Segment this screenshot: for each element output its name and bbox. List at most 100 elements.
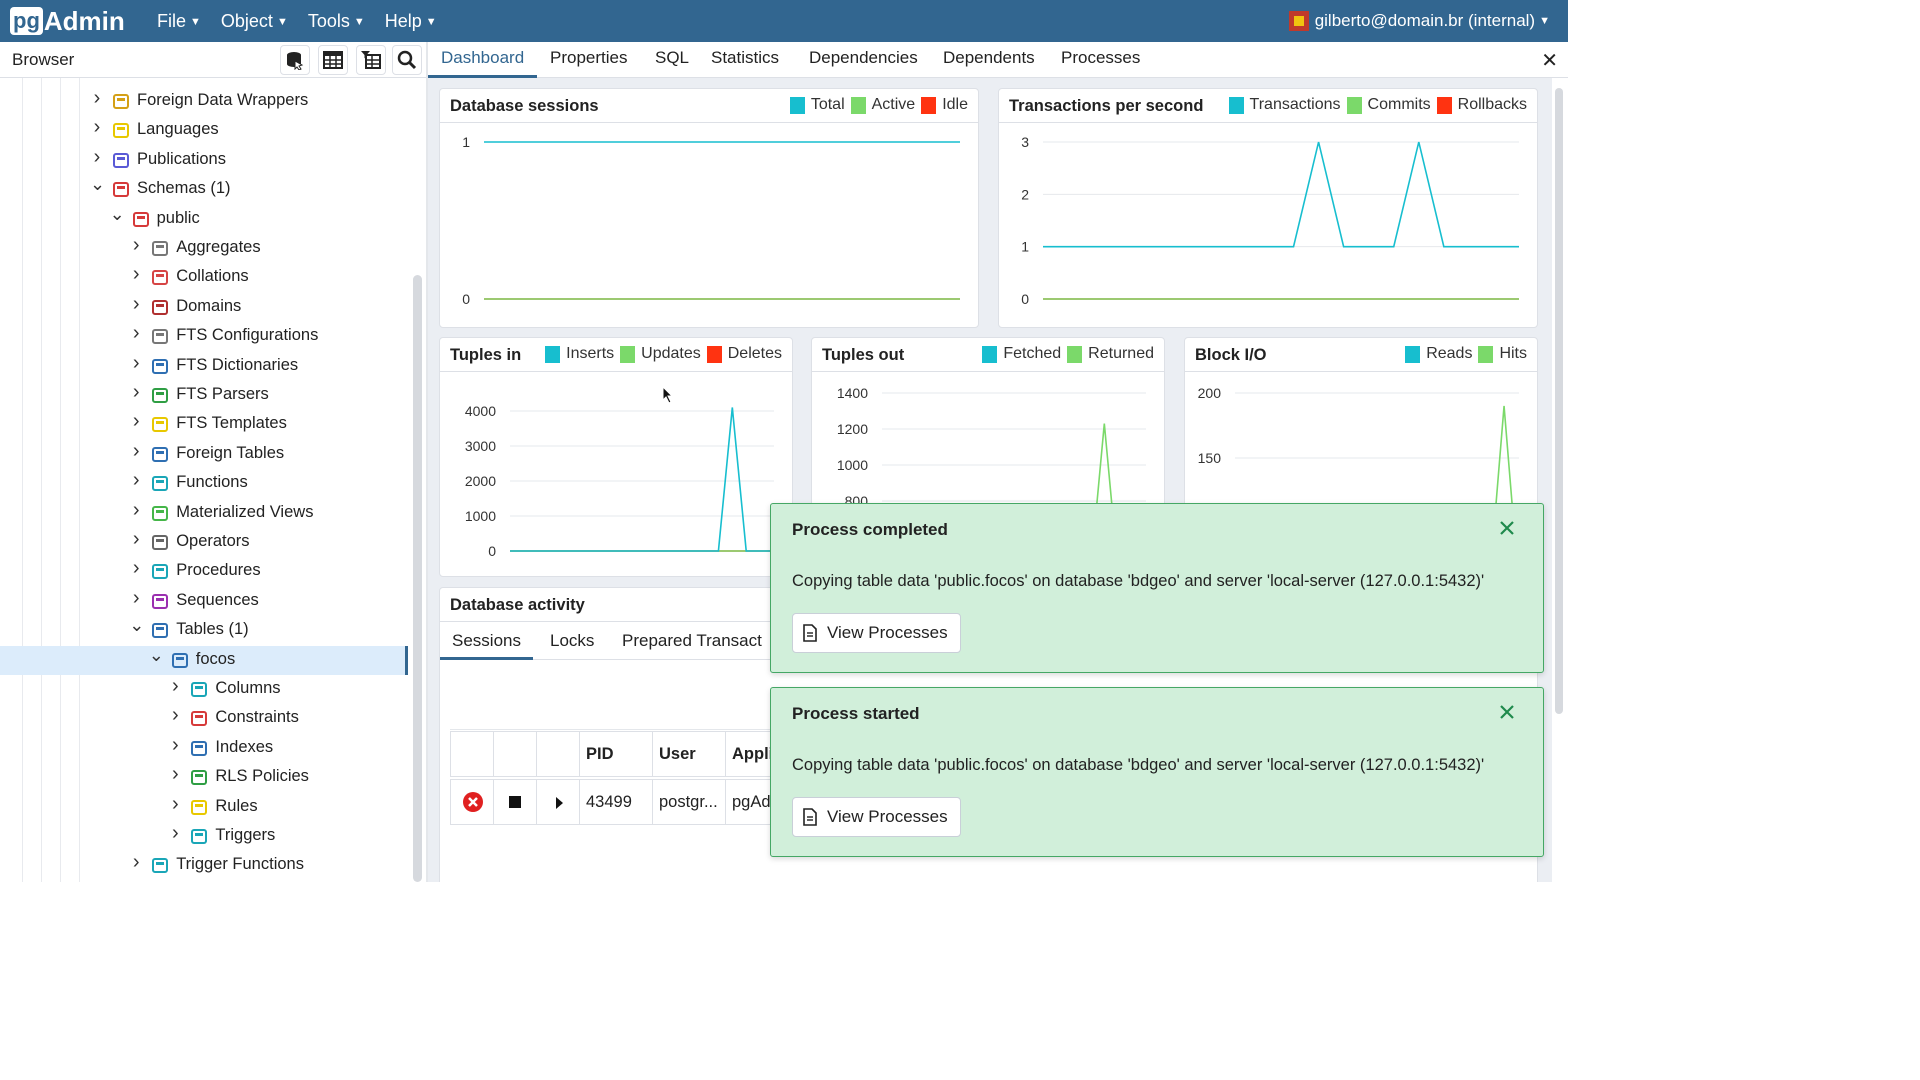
tree-item[interactable]: ⌄ Schemas (1): [0, 175, 408, 204]
tab-dashboard[interactable]: Dashboard: [428, 42, 538, 78]
tab-prepared-transactions[interactable]: Prepared Transact: [610, 622, 774, 660]
query-tool-button[interactable]: [280, 45, 310, 75]
chevron-right-icon[interactable]: ›: [129, 353, 143, 373]
tree-item[interactable]: › Sequences: [0, 587, 408, 616]
tree-item-label: public: [156, 208, 200, 227]
tree-item[interactable]: › RLS Policies: [0, 763, 408, 792]
chevron-right-icon[interactable]: ›: [168, 705, 182, 725]
menu-tools[interactable]: Tools ▼: [308, 0, 365, 42]
tree-item[interactable]: › Rules: [0, 793, 408, 822]
filtered-rows-button[interactable]: [356, 45, 386, 75]
tree-item[interactable]: › Foreign Data Wrappers: [0, 87, 408, 116]
tree-item[interactable]: › Functions: [0, 469, 408, 498]
tree-item[interactable]: ⌄ focos: [0, 645, 408, 675]
notification-title: Process completed: [792, 520, 948, 539]
tab-properties[interactable]: Properties: [537, 42, 640, 78]
chevron-right-icon[interactable]: ›: [129, 235, 143, 255]
tree-item-label: Schemas (1): [137, 179, 231, 198]
tree-item[interactable]: › Procedures: [0, 557, 408, 586]
tree-item[interactable]: › FTS Templates: [0, 410, 408, 439]
card-title: Database sessions: [450, 97, 599, 115]
close-icon[interactable]: [1497, 518, 1517, 538]
tree-item[interactable]: › Materialized Views: [0, 499, 408, 528]
tree-item[interactable]: › Indexes: [0, 734, 408, 763]
browser-scrollbar-thumb[interactable]: [413, 275, 422, 882]
view-processes-button[interactable]: View Processes: [792, 797, 961, 837]
tab-processes[interactable]: Processes: [1048, 42, 1153, 78]
grid-header-user[interactable]: User: [653, 732, 726, 776]
tree-item[interactable]: › Trigger Functions: [0, 851, 408, 880]
legend-swatch: [1228, 96, 1244, 114]
chevron-right-icon[interactable]: ›: [90, 88, 104, 108]
grid-header-pid[interactable]: PID: [580, 732, 653, 776]
chevron-right-icon[interactable]: ›: [129, 294, 143, 314]
chevron-right-icon[interactable]: ›: [129, 588, 143, 608]
card-title: Block I/O: [1195, 346, 1267, 364]
chevron-down-icon[interactable]: ⌄: [90, 175, 105, 193]
tab-statistics[interactable]: Statistics: [698, 42, 792, 78]
tree-item[interactable]: › Languages: [0, 116, 408, 145]
chevron-right-icon[interactable]: ›: [129, 558, 143, 578]
card-header: Tuples out Fetched Returned: [812, 338, 1164, 372]
dashboard-scrollbar-thumb[interactable]: [1555, 88, 1563, 714]
tab-dependents[interactable]: Dependents: [930, 42, 1048, 78]
chevron-right-icon[interactable]: ›: [129, 382, 143, 402]
terminate-session-button[interactable]: [451, 780, 494, 824]
fts-dictionary-icon: [152, 358, 169, 374]
tree-item[interactable]: › Constraints: [0, 704, 408, 733]
tree-item-label: Materialized Views: [176, 502, 314, 521]
pgadmin-logo[interactable]: pg Admin: [10, 6, 125, 36]
tree-item[interactable]: › Aggregates: [0, 234, 408, 263]
chevron-down-icon[interactable]: ⌄: [129, 616, 144, 634]
view-processes-button[interactable]: View Processes: [792, 613, 961, 653]
chevron-right-icon[interactable]: ›: [168, 735, 182, 755]
user-menu[interactable]: gilberto@domain.br (internal) ▼: [1288, 0, 1550, 42]
view-data-button[interactable]: [318, 45, 348, 75]
chevron-right-icon[interactable]: ›: [129, 470, 143, 490]
cancel-query-button[interactable]: [494, 780, 537, 824]
chevron-right-icon[interactable]: ›: [129, 323, 143, 343]
chevron-right-icon[interactable]: ›: [129, 264, 143, 284]
tree-item[interactable]: › Foreign Tables: [0, 440, 408, 469]
chevron-right-icon[interactable]: ›: [129, 441, 143, 461]
chevron-right-icon[interactable]: ›: [168, 823, 182, 843]
tree-item[interactable]: ⌄ public: [0, 205, 408, 234]
chevron-right-icon[interactable]: ›: [129, 529, 143, 549]
chevron-right-icon[interactable]: ›: [129, 500, 143, 520]
chevron-right-icon[interactable]: ›: [129, 411, 143, 431]
tree-item[interactable]: › Domains: [0, 293, 408, 322]
tab-dependencies[interactable]: Dependencies: [796, 42, 931, 78]
tree-item[interactable]: › Triggers: [0, 822, 408, 851]
expand-row-button[interactable]: [537, 780, 580, 824]
tab-locks[interactable]: Locks: [538, 622, 606, 660]
tree-item[interactable]: ⌄ Tables (1): [0, 616, 408, 645]
menu-object[interactable]: Object ▼: [221, 0, 288, 42]
chevron-down-icon[interactable]: ⌄: [110, 205, 125, 223]
tree-item[interactable]: › Publications: [0, 146, 408, 175]
tree-item-label: Aggregates: [176, 238, 261, 256]
search-objects-button[interactable]: [392, 45, 422, 75]
chevron-right-icon[interactable]: ›: [168, 764, 182, 784]
y-tick-label: 1000: [837, 457, 868, 473]
chevron-down-icon[interactable]: ⌄: [149, 646, 164, 664]
caret-right-icon: [556, 797, 563, 809]
chevron-right-icon[interactable]: ›: [129, 852, 143, 872]
menu-file[interactable]: File ▼: [157, 0, 201, 42]
tree-item[interactable]: › Collations: [0, 263, 408, 292]
filtered-rows-icon: [361, 51, 381, 69]
tree-item[interactable]: › FTS Configurations: [0, 322, 408, 351]
tab-sessions[interactable]: Sessions: [440, 622, 533, 660]
tab-sql[interactable]: SQL: [642, 42, 702, 78]
chevron-right-icon[interactable]: ›: [90, 117, 104, 137]
close-tab-icon[interactable]: ✕: [1541, 48, 1558, 73]
close-icon[interactable]: [1497, 702, 1517, 722]
menu-help[interactable]: Help ▼: [385, 0, 437, 42]
chevron-right-icon[interactable]: ›: [168, 794, 182, 814]
chevron-right-icon[interactable]: ›: [90, 147, 104, 167]
tree-item[interactable]: › Columns: [0, 675, 408, 704]
legend-swatch: [620, 345, 636, 363]
tree-item[interactable]: › Operators: [0, 528, 408, 557]
tree-item[interactable]: › FTS Dictionaries: [0, 352, 408, 381]
chevron-right-icon[interactable]: ›: [168, 676, 182, 696]
tree-item[interactable]: › FTS Parsers: [0, 381, 408, 410]
